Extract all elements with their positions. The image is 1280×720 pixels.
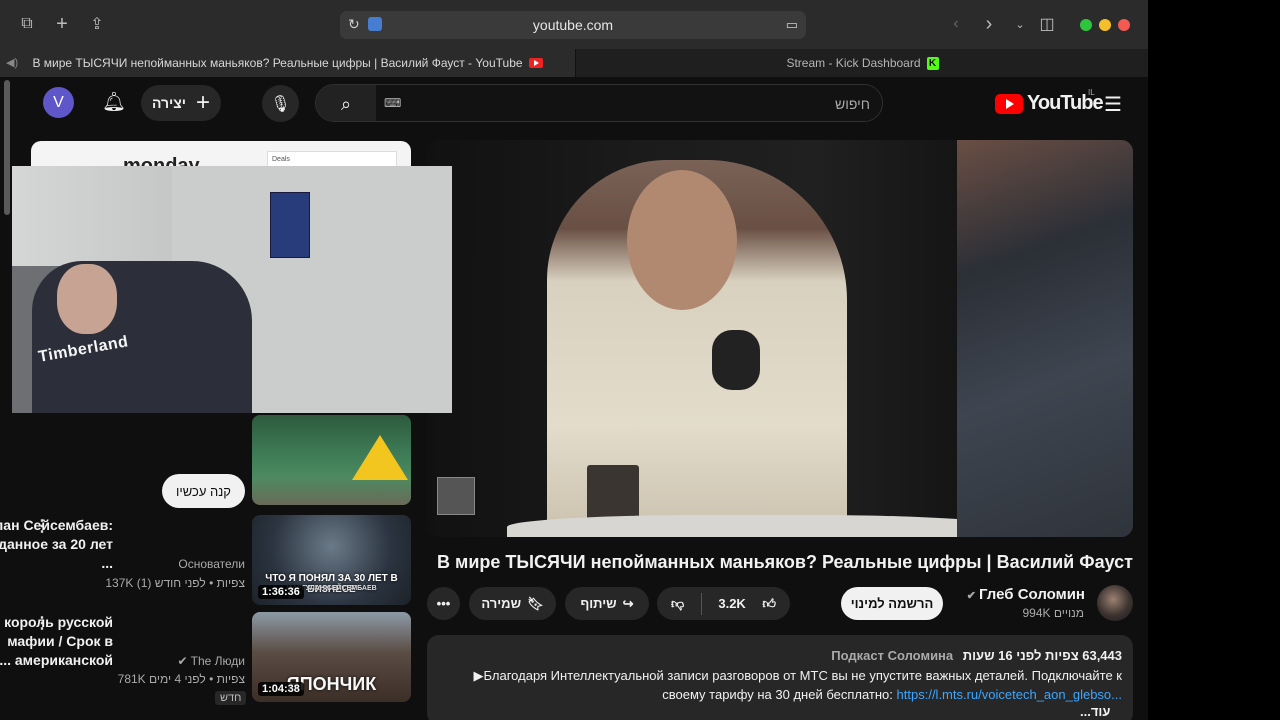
youtube-logo[interactable]: YouTube — [995, 92, 1104, 115]
notifications-bell-icon[interactable]: 🔔︎ — [102, 90, 126, 114]
description-text: ▶Благодаря Интеллектуальной записи разго… — [440, 666, 1122, 704]
address-bar[interactable]: ↻ youtube.com ▭ — [340, 11, 806, 39]
keyboard-icon[interactable]: ⌨ — [384, 96, 401, 110]
tab-kick[interactable]: Stream - Kick Dashboard K — [577, 49, 1148, 77]
avatar[interactable]: V — [43, 87, 74, 118]
sidebar-icon[interactable]: ◫ — [1036, 13, 1058, 35]
webcam-head — [57, 264, 117, 334]
video-player[interactable] — [427, 140, 1133, 537]
back-icon[interactable]: ‹ — [945, 13, 967, 35]
share-button[interactable]: שיתוף ↪ — [565, 587, 649, 620]
share-arrow-icon: ↪ — [622, 595, 634, 611]
like-count[interactable]: 3.2K — [718, 596, 745, 611]
close-window-button[interactable] — [1118, 19, 1130, 31]
tab-kick-label: Stream - Kick Dashboard — [786, 56, 921, 70]
new-badge: חדש — [215, 691, 247, 705]
view-count: 63,443 צפיות — [1045, 648, 1122, 663]
share-label: שיתוף — [580, 596, 617, 611]
description-tag[interactable]: Подкаст Соломина — [831, 648, 953, 663]
youtube-favicon-icon — [528, 58, 543, 68]
create-button[interactable]: יצירה + — [141, 85, 221, 121]
tab-youtube[interactable]: ◀) В мире ТЫСЯЧИ непойманных маньяков? Р… — [0, 49, 576, 77]
related-meta: 781K צפיות • לפני 4 ימים — [117, 672, 245, 686]
plus-icon: + — [196, 89, 211, 116]
related-channel[interactable]: ✔ The Люди — [45, 654, 246, 668]
description-link[interactable]: https://l.mts.ru/voicetech_aon_glebso... — [897, 687, 1122, 702]
webcam-overlay: Timberland — [12, 166, 452, 413]
video-guest-figure — [957, 140, 1133, 537]
buy-now-button[interactable]: קנה עכשיו — [162, 474, 245, 508]
channel-watermark[interactable] — [437, 477, 475, 515]
description-meta: 63,443 צפיות לפני 16 שעות Подкаст Соломи… — [440, 648, 1122, 663]
video-host-face — [627, 170, 737, 310]
like-divider — [700, 592, 702, 615]
browser-toolbar: ⧉ + ⇪ ↻ youtube.com ▭ ‹ › ⌄ ◫ — [0, 0, 1148, 49]
video-table — [507, 515, 1007, 537]
subscriber-count: 994K מנויים — [1022, 606, 1084, 620]
webcam-poster — [270, 192, 310, 258]
country-code: IL — [1088, 88, 1095, 97]
verified-icon: ✔ — [177, 654, 191, 668]
channel-name-text: Глеб Соломин — [979, 586, 1085, 603]
channel-name[interactable]: ✔ Глеб Соломин — [955, 586, 1085, 603]
share-icon[interactable]: ⇪ — [86, 13, 108, 35]
youtube-play-icon — [995, 93, 1023, 114]
tab-bar: ◀) В мире ТЫСЯЧИ непойманных маньяков? Р… — [0, 49, 1148, 77]
subscribe-button[interactable]: הרשמה למינוי — [841, 587, 943, 620]
video-duration: 1:36:36 — [258, 585, 304, 599]
minimize-window-button[interactable] — [1099, 19, 1111, 31]
reader-icon[interactable]: ▭ — [786, 17, 798, 33]
video-microphone — [712, 330, 760, 390]
related-thumbnail[interactable]: ЯПОНЧИК 1:04:38 — [252, 612, 411, 702]
related-thumbnail[interactable]: ЧТО Я ПОНЯЛ ЗА 30 ЛЕТ В БИЗНЕСЕ МАРГУЛАН… — [252, 515, 411, 605]
voice-search-icon[interactable]: 🎙︎ — [262, 85, 299, 122]
save-label: שמירה — [481, 596, 522, 611]
related-channel[interactable]: Основатели — [45, 557, 245, 571]
search-icon[interactable]: ⌕ — [316, 85, 376, 121]
like-icon[interactable]: 👍︎ — [762, 596, 776, 612]
more-dots: ••• — [436, 596, 451, 611]
audio-playing-icon[interactable] — [368, 17, 382, 31]
related-thumbnail[interactable] — [252, 415, 411, 505]
upload-time: לפני 16 שעות — [962, 648, 1042, 663]
tab-youtube-label: В мире ТЫСЯЧИ непойманных маньяков? Реал… — [32, 56, 523, 70]
scrollbar[interactable] — [4, 80, 10, 215]
related-channel-name: The Люди — [190, 654, 245, 668]
related-meta: 137K צפיות • לפני חודש (1) — [105, 576, 245, 590]
hamburger-menu-icon[interactable]: ☰ — [1104, 92, 1122, 117]
show-more-link[interactable]: ...עוד — [1080, 704, 1110, 719]
like-dislike-group: 👎︎ 3.2K 👍︎ — [657, 587, 790, 620]
video-title: В мире ТЫСЯЧИ непойманных маньяков? Реал… — [437, 552, 1133, 572]
thumbnail-tent — [352, 435, 408, 480]
tabs-overview-icon[interactable]: ⧉ — [16, 13, 38, 35]
verified-icon: ✔ — [966, 590, 980, 602]
speaker-icon[interactable]: ◀) — [6, 56, 18, 69]
new-tab-icon[interactable]: + — [51, 13, 73, 35]
reload-icon[interactable]: ↻ — [348, 16, 360, 33]
kick-favicon-icon: K — [926, 56, 939, 70]
ad-card-label: Deals — [272, 156, 290, 163]
video-duration: 1:04:38 — [258, 682, 304, 696]
search-input[interactable] — [376, 85, 882, 121]
url-text: youtube.com — [532, 17, 614, 33]
zoom-window-button[interactable] — [1080, 19, 1092, 31]
create-label: יצירה — [151, 95, 187, 111]
chevron-down-icon[interactable]: ⌄ — [1009, 13, 1031, 35]
forward-icon[interactable]: › — [978, 13, 1000, 35]
more-actions-button[interactable]: ••• — [427, 587, 460, 620]
bookmark-icon: 🔖︎ — [527, 595, 544, 611]
browser-window: ⧉ + ⇪ ↻ youtube.com ▭ ‹ › ⌄ ◫ ◀) В мире … — [0, 0, 1148, 720]
dislike-icon[interactable]: 👎︎ — [671, 596, 684, 612]
channel-avatar[interactable] — [1097, 585, 1133, 621]
save-button[interactable]: שמירה 🔖︎ — [469, 587, 556, 620]
